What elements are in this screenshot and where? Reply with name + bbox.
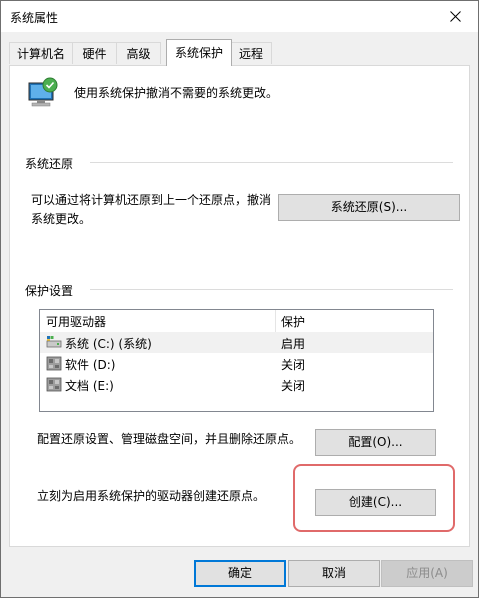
ok-button[interactable]: 确定 (194, 560, 286, 587)
tab-strip: 计算机名 硬件 高级 系统保护 远程 (9, 39, 469, 66)
tab-advanced[interactable]: 高级 (116, 42, 161, 64)
column-header-protection[interactable]: 保护 (281, 313, 305, 330)
restore-description: 可以通过将计算机还原到上一个还原点，撤消 系统更改。 (31, 191, 271, 229)
create-description: 立刻为启用系统保护的驱动器创建还原点。 (37, 489, 266, 503)
disk-drive-icon (46, 377, 62, 392)
intro-text: 使用系统保护撤消不需要的系统更改。 (74, 86, 279, 100)
disk-drive-icon (46, 356, 62, 371)
column-header-drive[interactable]: 可用驱动器 (46, 313, 106, 330)
cancel-button[interactable]: 取消 (288, 560, 380, 587)
close-button[interactable] (432, 1, 478, 32)
tab-hardware[interactable]: 硬件 (72, 42, 117, 64)
drive-row-e[interactable]: 文档 (E:) 关闭 (40, 374, 433, 395)
tab-computer-name[interactable]: 计算机名 (9, 42, 73, 64)
restore-group-divider (90, 162, 453, 163)
restore-description-line1: 可以通过将计算机还原到上一个还原点，撤消 (31, 193, 272, 207)
drive-protection-status: 关闭 (281, 379, 306, 393)
apply-button[interactable]: 应用(A) (381, 560, 473, 587)
drive-name: 软件 (D:) (65, 358, 116, 372)
restore-group-label: 系统还原 (25, 155, 74, 172)
system-properties-window: 系统属性 计算机名 硬件 高级 系统保护 远程 使用系统保护撤消不需要的系统更改… (0, 0, 479, 598)
drive-protection-status: 启用 (281, 337, 306, 351)
title-bar: 系统属性 (1, 1, 478, 32)
tab-system-protection[interactable]: 系统保护 (166, 39, 232, 66)
drive-row-d[interactable]: 软件 (D:) 关闭 (40, 353, 433, 374)
restore-description-line2: 系统更改。 (31, 212, 92, 226)
system-drive-icon (46, 336, 62, 348)
drive-list-header: 可用驱动器 保护 (40, 310, 433, 333)
drive-list[interactable]: 可用驱动器 保护 系统 (C:) (系统) 启用 软件 (D:) 关闭 文档 (… (39, 309, 434, 412)
computer-protection-icon (28, 77, 58, 107)
drive-protection-status: 关闭 (281, 358, 306, 372)
system-restore-button[interactable]: 系统还原(S)... (278, 194, 460, 221)
protection-group-label: 保护设置 (25, 282, 74, 299)
protection-group-divider (90, 289, 453, 290)
window-title: 系统属性 (10, 11, 59, 25)
configure-description: 配置还原设置、管理磁盘空间，并且删除还原点。 (37, 432, 302, 446)
tab-remote[interactable]: 远程 (230, 42, 272, 64)
drive-name: 系统 (C:) (系统) (65, 337, 152, 351)
configure-button[interactable]: 配置(O)... (315, 429, 436, 456)
create-button-highlight (293, 464, 455, 532)
drive-name: 文档 (E:) (65, 379, 114, 393)
close-icon (449, 11, 461, 22)
column-separator[interactable] (275, 310, 276, 332)
drive-row-c[interactable]: 系统 (C:) (系统) 启用 (40, 332, 433, 353)
